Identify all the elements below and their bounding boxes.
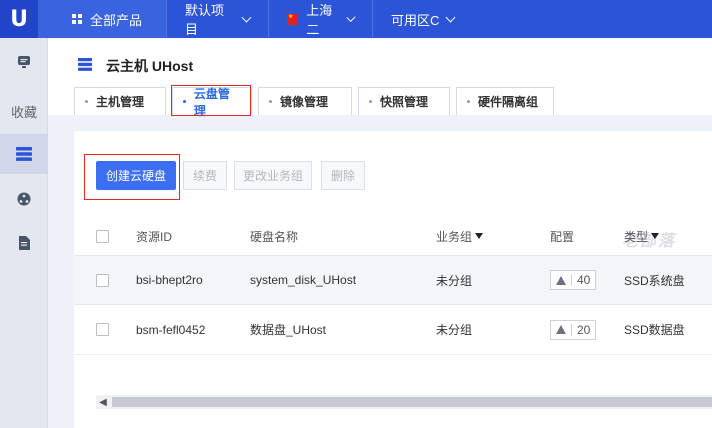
table-header-row: 资源ID 硬盘名称 业务组 配置 类型 xyxy=(74,217,712,255)
china-flag-icon xyxy=(287,13,299,25)
config-badge: 40 xyxy=(550,270,597,290)
sidebar-item-documents[interactable] xyxy=(0,223,48,263)
renew-button[interactable]: 续费 xyxy=(183,161,227,190)
scroll-left-icon[interactable]: ◀ xyxy=(96,395,110,409)
sidebar-item-favorites[interactable]: 收藏 xyxy=(0,91,48,131)
header-resource-id[interactable]: 资源ID xyxy=(136,217,172,255)
delete-button[interactable]: 删除 xyxy=(321,161,365,190)
main-content: 云主机 UHost 主机管理 云盘管理 镜像管理 快照管理 硬件隔离组 创建云硬… xyxy=(48,38,712,428)
server-list-icon xyxy=(16,147,32,161)
all-products-label: 全部产品 xyxy=(90,12,143,28)
sidebar-item-network[interactable] xyxy=(0,179,48,219)
create-button-highlight-box xyxy=(84,154,180,200)
change-business-group-button[interactable]: 更改业务组 xyxy=(234,161,312,190)
tab-image-management[interactable]: 镜像管理 xyxy=(258,87,352,115)
business-group-label: 业务组 xyxy=(436,229,473,244)
sidebar-item-monitor[interactable] xyxy=(0,42,48,82)
tab-snapshot-management[interactable]: 快照管理 xyxy=(358,87,450,115)
region-label: 上海二 xyxy=(306,3,333,37)
tab-label: 硬件隔离组 xyxy=(478,95,539,109)
tab-bar: 主机管理 云盘管理 镜像管理 快照管理 硬件隔离组 xyxy=(74,87,560,118)
business-group-cell: 未分组 xyxy=(436,323,473,337)
disk-size-icon xyxy=(556,325,566,334)
tab-label: 镜像管理 xyxy=(280,95,329,109)
business-group-cell: 未分组 xyxy=(436,273,473,288)
header-type[interactable]: 类型 xyxy=(624,217,660,255)
type-cell: SSD系统盘 xyxy=(624,273,685,288)
tab-dot-icon xyxy=(467,100,470,103)
disk-name-cell: system_disk_UHost xyxy=(250,273,357,287)
row-checkbox[interactable] xyxy=(96,273,109,287)
tab-host-management[interactable]: 主机管理 xyxy=(74,87,166,115)
project-selector[interactable]: 默认项目 xyxy=(166,0,268,38)
project-label: 默认项目 xyxy=(185,3,225,37)
filter-icon[interactable] xyxy=(475,233,484,239)
disk-size-icon xyxy=(556,275,566,285)
select-all-checkbox[interactable] xyxy=(96,229,109,243)
table-row[interactable]: bsm-fefl0452 数据盘_UHost 未分组 20 SSD数据盘 xyxy=(74,305,712,355)
header-config: 配置 xyxy=(550,229,575,244)
all-products-menu[interactable]: 全部产品 xyxy=(38,0,166,38)
header-business-group[interactable]: 业务组 xyxy=(436,217,484,255)
chevron-down-icon xyxy=(346,12,356,22)
chevron-down-icon xyxy=(241,12,252,22)
document-icon xyxy=(19,236,30,250)
chevron-down-icon xyxy=(445,12,456,22)
table-row[interactable]: bsi-bhept2ro system_disk_UHost 未分组 40 SS… xyxy=(74,255,712,305)
resource-id-cell[interactable]: bsi-bhept2ro xyxy=(136,256,203,304)
page-header: 云主机 UHost 主机管理 云盘管理 镜像管理 快照管理 硬件隔离组 xyxy=(48,38,712,118)
sidebar: 收藏 xyxy=(0,38,48,428)
zone-selector[interactable]: 可用区C xyxy=(372,0,476,38)
favorites-label: 收藏 xyxy=(10,104,37,120)
tab-hardware-isolation-group[interactable]: 硬件隔离组 xyxy=(456,87,554,115)
tab-dot-icon xyxy=(269,100,272,103)
horizontal-scrollbar[interactable]: ◀ xyxy=(96,395,712,409)
disk-list-panel: 创建云硬盘 续费 更改业务组 删除 老部落 资源ID 硬盘名称 业务组 配置 类… xyxy=(74,131,712,428)
header-disk-name[interactable]: 硬盘名称 xyxy=(250,217,298,255)
tab-label: 快照管理 xyxy=(380,95,429,109)
zone-label: 可用区C xyxy=(391,12,440,28)
ucloud-logo[interactable]: U xyxy=(0,0,38,38)
page-title: 云主机 UHost xyxy=(106,58,194,74)
type-label: 类型 xyxy=(624,229,649,244)
grid-icon xyxy=(72,14,82,24)
config-badge: 20 xyxy=(550,319,597,340)
top-navigation-bar: U 全部产品 默认项目 上海二 可用区C xyxy=(0,0,712,38)
scrollbar-thumb[interactable] xyxy=(112,397,712,407)
resource-id-cell[interactable]: bsm-fefl0452 xyxy=(136,305,205,354)
config-value: 20 xyxy=(577,322,591,337)
tab-dot-icon xyxy=(85,100,88,103)
tab-dot-icon xyxy=(369,100,372,103)
row-checkbox[interactable] xyxy=(96,323,109,336)
sidebar-item-uhost[interactable] xyxy=(0,134,48,174)
uhost-icon xyxy=(78,58,92,71)
disk-name-cell: 数据盘_UHost xyxy=(250,323,327,337)
tab-highlight-box xyxy=(171,85,251,116)
filter-icon[interactable] xyxy=(651,233,660,239)
config-value: 40 xyxy=(577,273,591,287)
monitor-icon xyxy=(18,56,30,68)
tab-label: 主机管理 xyxy=(96,95,145,109)
network-icon xyxy=(17,192,31,206)
type-cell: SSD数据盘 xyxy=(624,323,685,337)
region-selector[interactable]: 上海二 xyxy=(268,0,372,38)
